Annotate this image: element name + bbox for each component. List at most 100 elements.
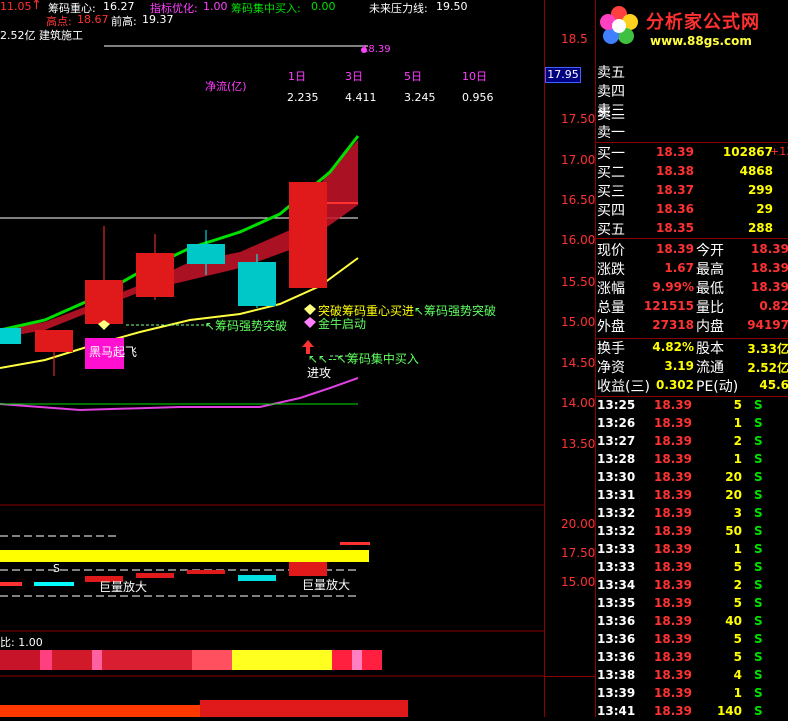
tick-row[interactable]: 13:32 18.39 50 S: [596, 523, 788, 541]
axis-tick-16-0: 16.00: [561, 233, 596, 247]
volume-surge-1-label: 巨量放大: [99, 580, 148, 594]
quote-value-2: 18.39: [751, 242, 788, 256]
tick-row[interactable]: 13:36 18.39 5 S: [596, 649, 788, 667]
quote-row: 换手 4.82% 股本 3.33亿: [596, 338, 788, 357]
tick-price: 18.39: [654, 614, 692, 628]
tick-row[interactable]: 13:31 18.39 20 S: [596, 487, 788, 505]
tick-price: 18.39: [654, 434, 692, 448]
axis-tick-16-5: 16.50: [561, 193, 596, 207]
tick-price: 18.39: [654, 524, 692, 538]
tick-row[interactable]: 13:33 18.39 5 S: [596, 559, 788, 577]
quote-label: 外盘: [597, 319, 625, 335]
buy-price: 18.38: [656, 164, 694, 178]
tick-volume: 20: [725, 470, 742, 484]
tick-price: 18.39: [654, 452, 692, 466]
ratio-label: 比: 1.00: [0, 636, 43, 649]
flower-logo-icon: [600, 6, 638, 44]
vol-axis-tick-17-5: 17.50: [561, 546, 596, 560]
buy-label: 买二: [597, 165, 625, 181]
quote-value: 18.39: [656, 242, 694, 256]
quote-value-2: 45.6: [759, 378, 788, 392]
tick-side: S: [754, 452, 763, 466]
tick-time: 13:25: [597, 398, 636, 412]
buy-price: 18.35: [656, 221, 694, 235]
tick-time: 13:28: [597, 452, 636, 466]
vol-axis-tick-15: 15.00: [561, 575, 596, 589]
quote-label-2: 股本: [696, 341, 724, 357]
quote-label-2: PE(动): [696, 379, 739, 395]
tick-row[interactable]: 13:35 18.39 5 S: [596, 595, 788, 613]
tick-volume: 1: [733, 416, 742, 430]
tick-volume: 50: [725, 524, 742, 538]
tick-time: 13:27: [597, 434, 636, 448]
tick-volume: 1: [733, 542, 742, 556]
tick-row[interactable]: 13:36 18.39 40 S: [596, 613, 788, 631]
axis-tick-18-5: 18.5: [561, 32, 588, 46]
tick-side: S: [754, 416, 763, 430]
diamond-marker-3: [304, 317, 316, 328]
tick-time: 13:39: [597, 686, 636, 700]
buy-label: 买四: [597, 203, 625, 219]
tick-volume: 5: [733, 596, 742, 610]
tick-row[interactable]: 13:33 18.39 1 S: [596, 541, 788, 559]
tick-side: S: [754, 578, 763, 592]
strong-breakout-2-label: ↖筹码强势突破: [414, 304, 497, 318]
tick-row[interactable]: 13:26 18.39 1 S: [596, 415, 788, 433]
tick-row[interactable]: 13:30 18.39 20 S: [596, 469, 788, 487]
tick-row[interactable]: 13:36 18.39 5 S: [596, 631, 788, 649]
tick-row[interactable]: 13:41 18.39 140 S: [596, 703, 788, 721]
tick-time: 13:26: [597, 416, 636, 430]
tick-side: S: [754, 596, 763, 610]
tick-price: 18.39: [654, 686, 692, 700]
candle-4: [136, 253, 174, 297]
tick-row[interactable]: 13:38 18.39 4 S: [596, 667, 788, 685]
tick-time: 13:35: [597, 596, 636, 610]
logo-area: 分析家公式网 www.88gs.com: [596, 0, 788, 56]
buy-price: 18.39: [656, 145, 694, 159]
tick-volume: 5: [733, 632, 742, 646]
quote-label-2: 最低: [696, 281, 724, 297]
tick-row[interactable]: 13:39 18.39 1 S: [596, 685, 788, 703]
tick-side: S: [754, 650, 763, 664]
sell-5-label: 卖五: [597, 65, 625, 81]
tick-row[interactable]: 13:32 18.39 3 S: [596, 505, 788, 523]
magenta-line: [0, 377, 359, 412]
tick-side: S: [754, 542, 763, 556]
golden-bull-label: 金牛启动: [318, 317, 367, 331]
tick-side: S: [754, 506, 763, 520]
tick-side: S: [754, 668, 763, 682]
tick-row[interactable]: 13:28 18.39 1 S: [596, 451, 788, 469]
chart-area[interactable]: 11.05 ↑ 筹码重心: 16.27 指标优化: 1.00 筹码集中买入: 0…: [0, 0, 544, 717]
tick-side: S: [754, 632, 763, 646]
buy-price: 18.36: [656, 202, 694, 216]
sell-4-label: 卖四: [597, 84, 625, 100]
buy-price: 18.37: [656, 183, 694, 197]
heat-strip: [0, 650, 382, 670]
tick-time: 13:36: [597, 650, 636, 664]
tick-row[interactable]: 13:25 18.39 5 S: [596, 397, 788, 415]
tick-price: 18.39: [654, 650, 692, 664]
tick-time: 13:33: [597, 560, 636, 574]
tick-volume: 1: [733, 452, 742, 466]
tick-side: S: [754, 488, 763, 502]
tick-volume: 3: [733, 506, 742, 520]
tick-volume: 20: [725, 488, 742, 502]
quote-row: 涨跌 1.67 最高 18.39: [596, 259, 788, 278]
tick-volume: 140: [716, 704, 742, 718]
quote-label-2: 最高: [696, 262, 724, 278]
axis-tick-14-0: 14.00: [561, 396, 596, 410]
buy-row: 买三 18.37 299: [596, 181, 788, 200]
quote-value: 121515: [643, 299, 694, 313]
tick-time: 13:30: [597, 470, 636, 484]
s-mark-label: S: [53, 562, 60, 575]
tick-row[interactable]: 13:34 18.39 2 S: [596, 577, 788, 595]
buy-row: 买四 18.36 29: [596, 200, 788, 219]
quote-row: 外盘 27318 内盘 94197: [596, 316, 788, 335]
price-axis: 18.5 17.95 17.50 17.00 16.50 16.00 15.50…: [544, 0, 596, 717]
axis-tick-17-0: 17.00: [561, 153, 596, 167]
tick-row[interactable]: 13:27 18.39 2 S: [596, 433, 788, 451]
quote-value: 4.82%: [652, 340, 694, 354]
quote-panel[interactable]: 分析家公式网 www.88gs.com 卖五 卖四 卖三 卖二 卖一 买一 18…: [595, 0, 788, 718]
diamond-marker-2: [304, 304, 316, 315]
tick-volume: 2: [733, 434, 742, 448]
